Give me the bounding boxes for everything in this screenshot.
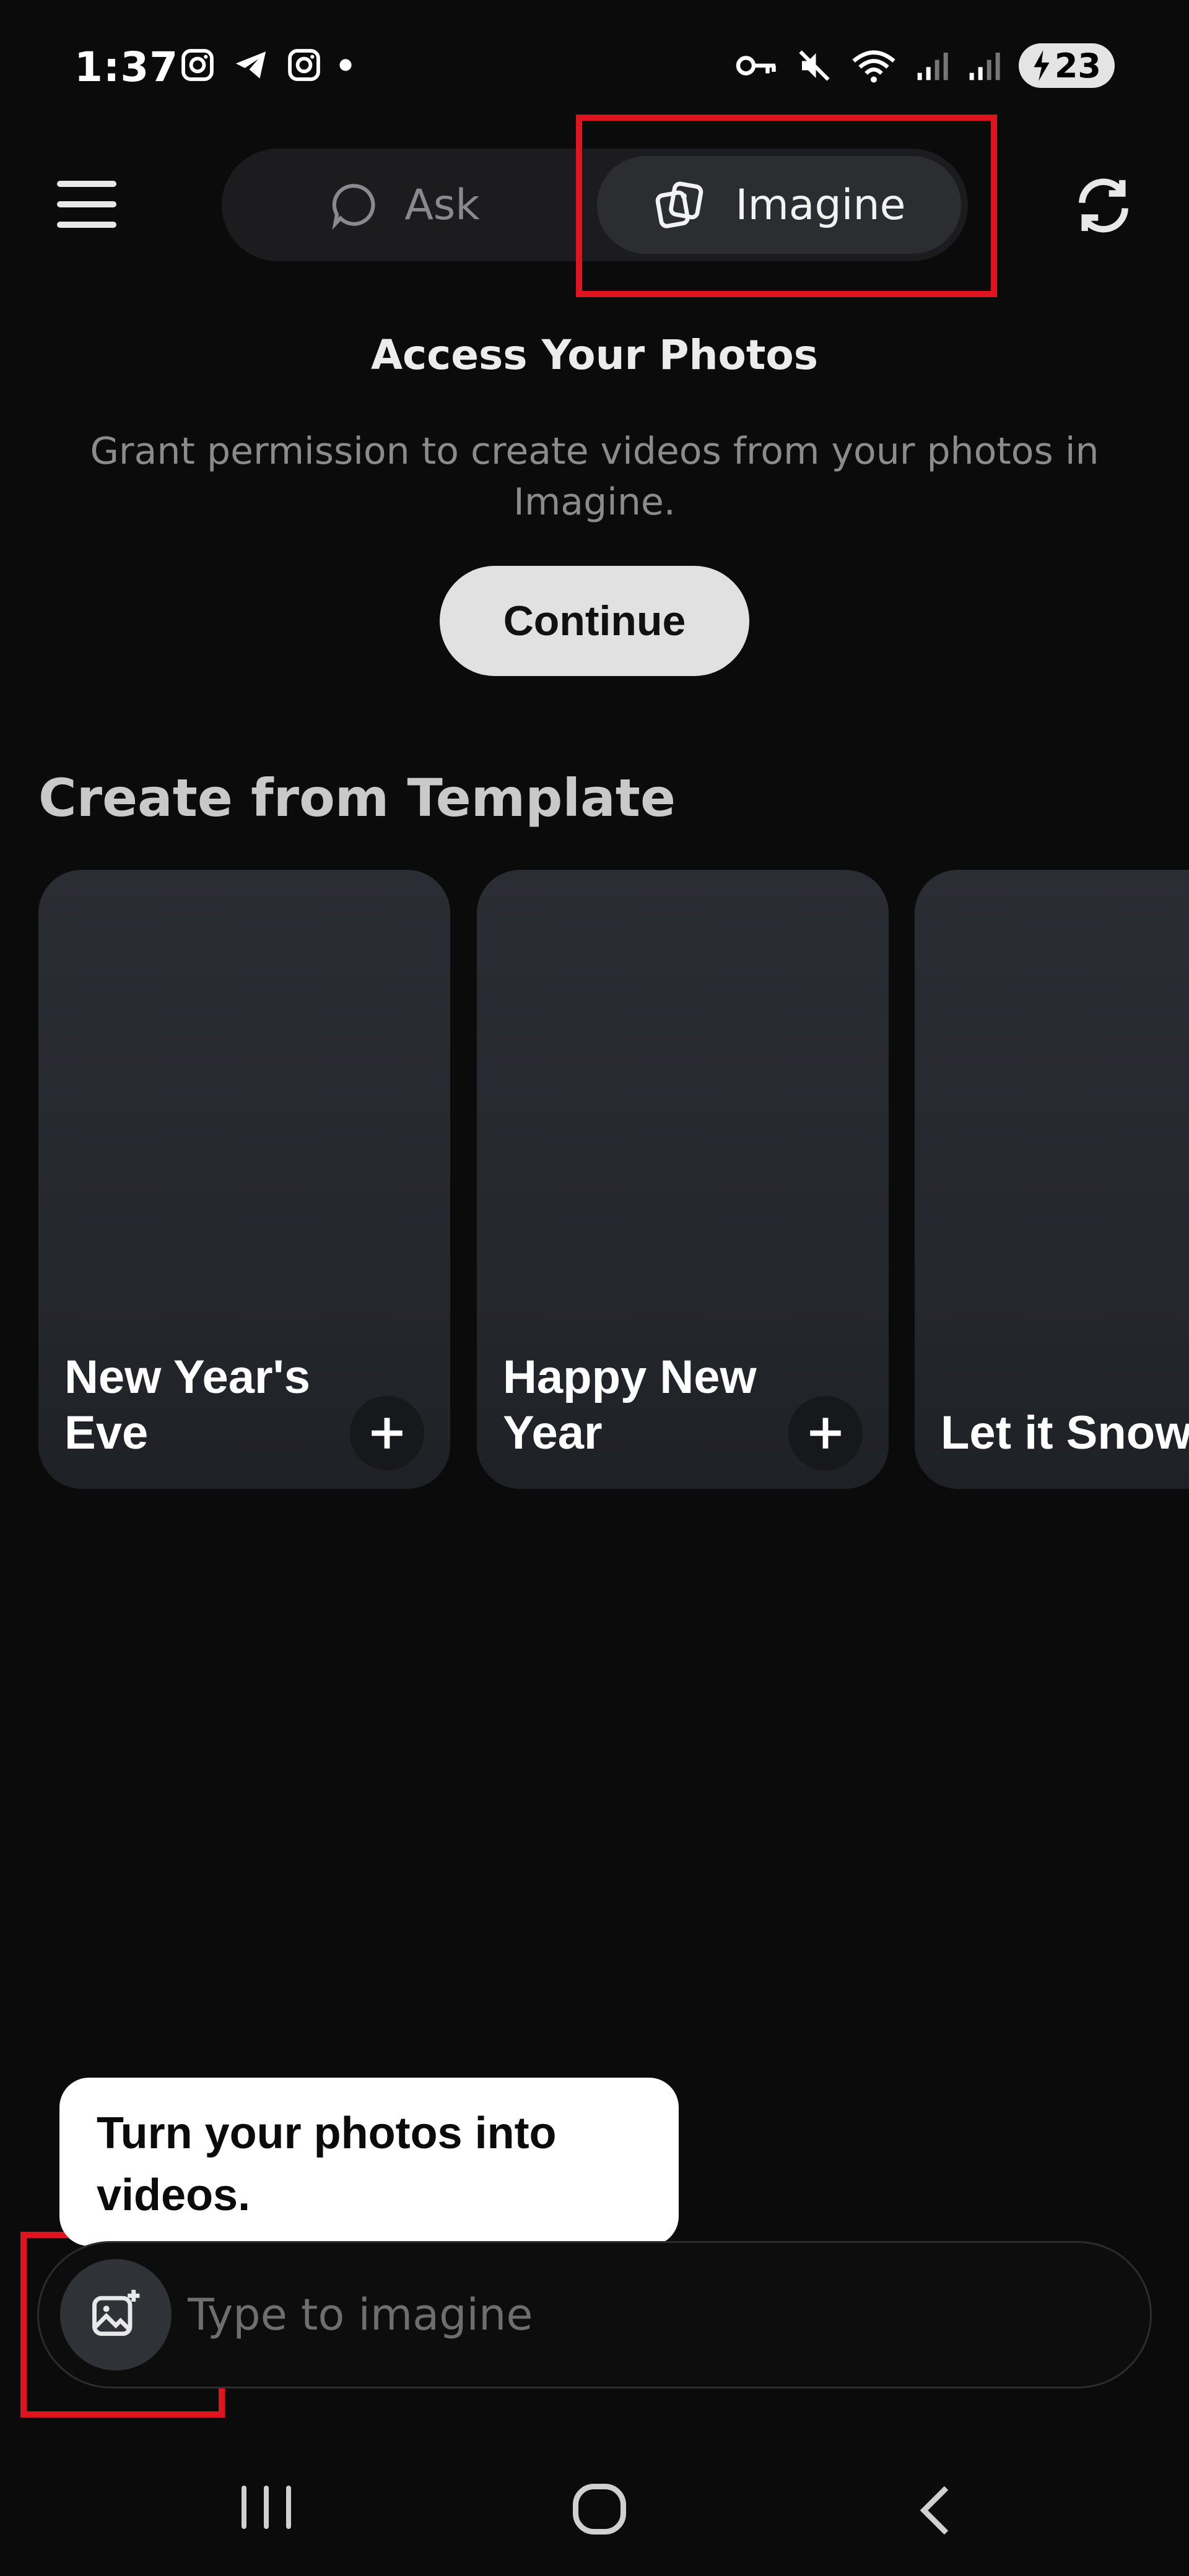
add-template-button[interactable] [788, 1396, 863, 1470]
prompt-bar [37, 2241, 1152, 2388]
instagram-icon [181, 49, 214, 81]
battery-level: 23 [1054, 46, 1101, 85]
chat-bubble-icon [332, 184, 375, 230]
image-sparkle-icon [92, 2289, 140, 2336]
telegram-icon [235, 51, 266, 79]
notification-icons [180, 47, 353, 83]
template-card-label: Let it Snow [941, 1407, 1189, 1459]
prompt-input[interactable] [188, 2243, 1117, 2387]
template-card-label: New Year's Eve [64, 1351, 310, 1459]
plus-icon [810, 1418, 841, 1449]
instagram-icon [288, 49, 320, 81]
system-icons: 23 [735, 43, 1115, 88]
battery-indicator: 23 [1018, 43, 1115, 88]
status-time: 1:37 [74, 43, 179, 91]
menu-icon[interactable] [57, 181, 116, 228]
navigation-bar [0, 2427, 1189, 2576]
refresh-icon[interactable] [1071, 173, 1136, 238]
template-carousel: New Year's Eve Happy New Year Let it Sno… [38, 870, 1189, 1489]
access-title: Access Your Photos [370, 331, 819, 379]
template-card-new-years-eve[interactable]: New Year's Eve [38, 870, 450, 1489]
wifi-icon [852, 50, 895, 83]
charging-icon [1034, 50, 1050, 81]
template-card-happy-new-year[interactable]: Happy New Year [477, 870, 889, 1489]
back-icon[interactable] [913, 2483, 957, 2538]
template-card-label: Happy New Year [503, 1351, 757, 1459]
dot-icon [339, 59, 352, 71]
tooltip: Turn your photos into videos. [59, 2078, 679, 2246]
tab-ask[interactable]: Ask [222, 149, 587, 261]
section-title: Create from Template [38, 768, 676, 828]
tab-ask-label: Ask [404, 180, 480, 230]
add-photo-button[interactable] [60, 2259, 172, 2370]
access-description: Grant permission to create videos from y… [90, 430, 1099, 524]
key-icon [736, 56, 776, 76]
signal-icon [969, 53, 1000, 80]
recents-icon[interactable] [242, 2486, 291, 2529]
home-icon[interactable] [573, 2484, 626, 2535]
add-template-button[interactable] [350, 1396, 424, 1470]
mute-icon [799, 50, 830, 81]
plus-icon [372, 1418, 403, 1449]
template-card-let-it-snow[interactable]: Let it Snow [915, 870, 1189, 1489]
signal-icon [917, 53, 948, 80]
highlight-box-imagine [576, 115, 997, 297]
continue-button[interactable]: Continue [440, 566, 749, 676]
